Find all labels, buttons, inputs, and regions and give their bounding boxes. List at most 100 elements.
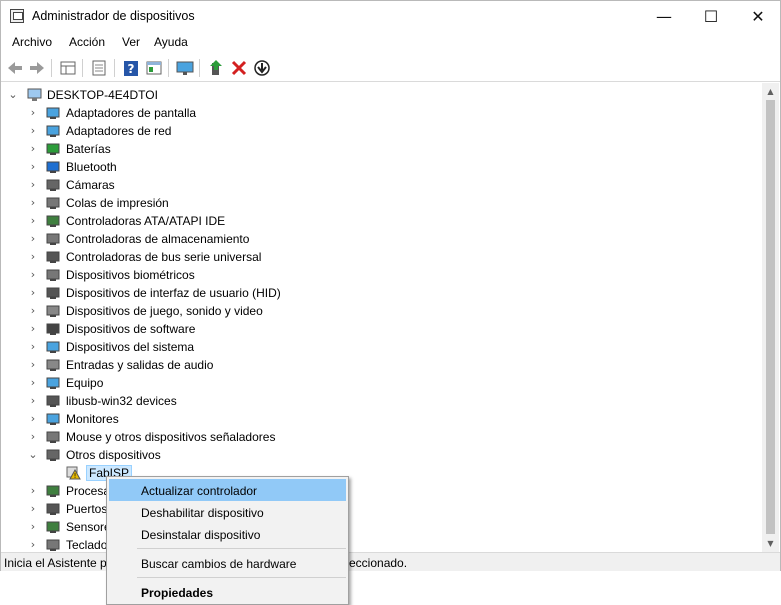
tree-item-label: Entradas y salidas de audio: [66, 358, 214, 372]
tree-category[interactable]: › Entradas y salidas de audio: [1, 356, 761, 374]
menu-separator: [137, 548, 346, 549]
tree-category[interactable]: › Controladoras de almacenamiento: [1, 230, 761, 248]
vertical-scrollbar[interactable]: ▲ ▼: [762, 83, 779, 552]
chevron-right-icon[interactable]: ›: [27, 358, 39, 372]
keyboard-icon: [46, 538, 61, 552]
chevron-right-icon[interactable]: ›: [27, 430, 39, 444]
maximize-button[interactable]: ☐: [688, 1, 734, 32]
tree-category[interactable]: › Adaptadores de red: [1, 122, 761, 140]
menu-separator: [137, 577, 346, 578]
chevron-right-icon[interactable]: ›: [27, 304, 39, 318]
grid-icon[interactable]: [58, 58, 78, 78]
chevron-right-icon[interactable]: ›: [27, 520, 39, 534]
chevron-right-icon[interactable]: ›: [27, 214, 39, 228]
tree-category[interactable]: › Dispositivos de software: [1, 320, 761, 338]
tree-category[interactable]: › Mouse y otros dispositivos señaladores: [1, 428, 761, 446]
chevron-right-icon[interactable]: ›: [27, 502, 39, 516]
arrow-left-icon[interactable]: [5, 58, 25, 78]
tree-category[interactable]: › Colas de impresión: [1, 194, 761, 212]
tree-category[interactable]: ⌄ Otros dispositivos: [1, 446, 761, 464]
chevron-right-icon[interactable]: ›: [27, 250, 39, 264]
menu-item-deshabilitar-dispositivo[interactable]: Deshabilitar dispositivo: [109, 501, 346, 523]
speaker-icon: [46, 304, 61, 318]
chevron-right-icon[interactable]: ›: [27, 160, 39, 174]
chevron-right-icon[interactable]: ›: [27, 268, 39, 282]
device-manager-app-icon: [10, 9, 24, 23]
audio-icon: [46, 358, 61, 372]
chevron-right-icon[interactable]: ›: [27, 106, 39, 120]
usb-icon: [46, 250, 61, 264]
monitor-icon[interactable]: [175, 58, 195, 78]
chevron-right-icon[interactable]: ›: [27, 196, 39, 210]
storage-controller-icon: [46, 232, 61, 246]
tree-item-label: Controladoras de almacenamiento: [66, 232, 250, 246]
menu-ayuda[interactable]: Ayuda: [154, 35, 188, 49]
help-icon[interactable]: ?: [121, 58, 141, 78]
arrow-right-icon[interactable]: [27, 58, 47, 78]
window-title: Administrador de dispositivos: [32, 9, 195, 23]
chevron-right-icon[interactable]: ›: [27, 178, 39, 192]
chevron-right-icon[interactable]: ›: [27, 538, 39, 552]
props-icon[interactable]: [144, 58, 164, 78]
tree-item-label: Procesa: [66, 484, 111, 498]
menu-accion[interactable]: Acción: [69, 35, 105, 49]
tree-category[interactable]: › Dispositivos biométricos: [1, 266, 761, 284]
tree-category[interactable]: › Dispositivos del sistema: [1, 338, 761, 356]
tree-category[interactable]: › libusb-win32 devices: [1, 392, 761, 410]
scroll-thumb[interactable]: [766, 100, 775, 534]
menu-archivo[interactable]: Archivo: [12, 35, 52, 49]
tree-item-label: Teclado: [66, 538, 108, 552]
tree-item-label: Baterías: [66, 142, 111, 156]
hid-icon: [46, 286, 61, 300]
chevron-right-icon[interactable]: ›: [27, 412, 39, 426]
menu-item-propiedades[interactable]: Propiedades: [109, 581, 346, 603]
tree-item-label: Dispositivos de juego, sonido y video: [66, 304, 263, 318]
tree-item-label: Dispositivos biométricos: [66, 268, 195, 282]
tree-category[interactable]: › Dispositivos de interfaz de usuario (HI…: [1, 284, 761, 302]
scroll-up-icon[interactable]: ▲: [762, 83, 779, 100]
menu-ver[interactable]: Ver: [122, 35, 140, 49]
chevron-right-icon[interactable]: ›: [27, 286, 39, 300]
chevron-right-icon[interactable]: ›: [27, 340, 39, 354]
chevron-right-icon[interactable]: ›: [27, 376, 39, 390]
toolbar: ?: [1, 54, 780, 82]
tree-category[interactable]: › Bluetooth: [1, 158, 761, 176]
status-text-left: Inicia el Asistente pa: [4, 556, 114, 570]
tree-category[interactable]: › Dispositivos de juego, sonido y video: [1, 302, 761, 320]
tree-category[interactable]: › Adaptadores de pantalla: [1, 104, 761, 122]
close-button[interactable]: ✕: [735, 1, 781, 32]
tree-root[interactable]: ⌄ DESKTOP-4E4DTOI: [1, 86, 761, 104]
minimize-button[interactable]: —: [641, 1, 687, 32]
chevron-right-icon[interactable]: ›: [27, 124, 39, 138]
tree-category[interactable]: › Controladoras de bus serie universal: [1, 248, 761, 266]
delete-icon[interactable]: [229, 58, 249, 78]
tree-item-label: Mouse y otros dispositivos señaladores: [66, 430, 276, 444]
tree-item-label: Bluetooth: [66, 160, 117, 174]
warning-device-icon: !: [66, 466, 81, 480]
tree-category[interactable]: › Controladoras ATA/ATAPI IDE: [1, 212, 761, 230]
list-icon[interactable]: [89, 58, 109, 78]
chevron-right-icon[interactable]: ›: [27, 142, 39, 156]
menu-item-desinstalar-dispositivo[interactable]: Desinstalar dispositivo: [109, 523, 346, 545]
computer-icon: [27, 88, 42, 102]
chevron-right-icon[interactable]: ›: [27, 484, 39, 498]
chevron-right-icon[interactable]: ›: [27, 394, 39, 408]
chevron-down-icon[interactable]: ⌄: [27, 448, 39, 462]
title-bar: Administrador de dispositivos — ☐ ✕: [1, 1, 780, 32]
tree-category[interactable]: › Equipo: [1, 374, 761, 392]
ide-controller-icon: [46, 214, 61, 228]
tree-category[interactable]: › Cámaras: [1, 176, 761, 194]
chevron-right-icon[interactable]: ›: [27, 232, 39, 246]
network-adapter-icon: [46, 124, 61, 138]
chevron-right-icon[interactable]: ›: [27, 322, 39, 336]
menu-item-actualizar-controlador[interactable]: Actualizar controlador: [109, 479, 346, 501]
download-icon[interactable]: [252, 58, 272, 78]
tree-item-label: Monitores: [66, 412, 119, 426]
menu-item-buscar-cambios[interactable]: Buscar cambios de hardware: [109, 552, 346, 574]
chevron-down-icon[interactable]: ⌄: [7, 88, 19, 102]
scroll-down-icon[interactable]: ▼: [762, 535, 779, 552]
update-driver-icon[interactable]: [206, 58, 226, 78]
tree-item-label: Otros dispositivos: [66, 448, 161, 462]
tree-category[interactable]: › Monitores: [1, 410, 761, 428]
tree-category[interactable]: › Baterías: [1, 140, 761, 158]
